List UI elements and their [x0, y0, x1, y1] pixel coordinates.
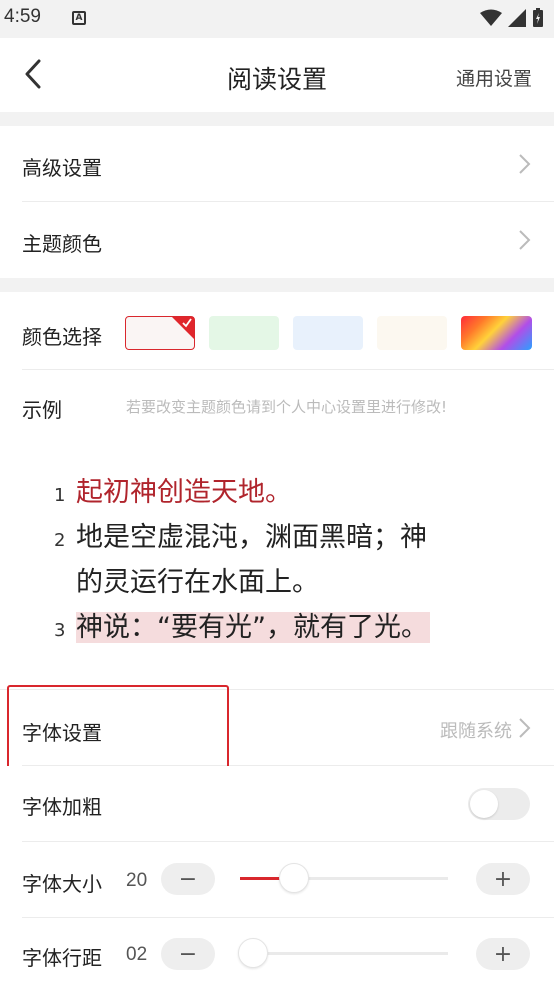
color-swatch-rainbow[interactable] [461, 316, 532, 350]
verse-2-continued: 的灵运行在水面上。 [54, 560, 494, 605]
verse-number: 1 [54, 485, 66, 506]
example-hint: 若要改变主题颜色请到个人中心设置里进行修改! [126, 398, 448, 416]
font-size-slider-handle[interactable] [279, 863, 310, 893]
line-spacing-label: 字体行距 [22, 946, 102, 970]
advanced-settings-row[interactable]: 高级设置 [0, 126, 554, 202]
theme-color-row[interactable]: 主题颜色 [0, 202, 554, 278]
verse-number: 2 [54, 530, 66, 551]
section-gap [0, 278, 554, 292]
font-size-decrease-button[interactable]: − [161, 863, 215, 895]
verse-3: 3 神说：“要有光”，就有了光。 [54, 605, 494, 650]
verse-text: 的灵运行在水面上。 [76, 567, 319, 598]
check-icon [182, 318, 192, 328]
verse-text: 神说：“要有光”，就有了光。 [76, 612, 430, 643]
chevron-right-icon [519, 230, 531, 250]
advanced-settings-label: 高级设置 [22, 156, 102, 180]
section-gap [0, 112, 554, 126]
status-time: 4:59 [4, 6, 41, 27]
notification-icon: A [72, 11, 86, 25]
wifi-icon [480, 9, 502, 26]
verse-text: 地是空虚混沌，渊面黑暗；神 [76, 522, 427, 553]
color-swatch-2[interactable] [209, 316, 279, 350]
battery-icon [533, 8, 543, 27]
preview-text: 1 起初神创造天地。 2 地是空虚混沌，渊面黑暗；神 的灵运行在水面上。 3 神说：“… [54, 470, 494, 650]
verse-2: 2 地是空虚混沌，渊面黑暗；神 [54, 515, 494, 560]
line-spacing-slider[interactable] [240, 952, 448, 955]
verse-text: 起初神创造天地。 [76, 477, 292, 508]
verse-number: 3 [54, 620, 66, 641]
nav-bar: 阅读设置 通用设置 [0, 38, 554, 112]
toggle-knob [470, 790, 498, 818]
highlight-box [7, 685, 229, 772]
status-icons [480, 8, 544, 28]
signal-icon [508, 9, 526, 27]
font-bold-toggle[interactable] [468, 788, 530, 820]
line-spacing-decrease-button[interactable]: − [161, 938, 215, 970]
status-bar: 4:59 A [0, 0, 554, 38]
font-size-value: 20 [126, 870, 148, 891]
color-swatch-4[interactable] [377, 316, 447, 350]
verse-1: 1 起初神创造天地。 [54, 470, 494, 515]
font-size-row: 字体大小 20 [0, 842, 554, 918]
theme-color-label: 主题颜色 [22, 232, 102, 256]
color-select-label: 颜色选择 [22, 325, 102, 349]
font-size-label: 字体大小 [22, 872, 102, 896]
line-spacing-increase-button[interactable]: + [476, 938, 530, 970]
font-setting-value: 跟随系统 [440, 721, 512, 742]
line-spacing-slider-handle[interactable] [238, 938, 268, 968]
general-settings-link[interactable]: 通用设置 [456, 64, 532, 91]
color-swatch-3[interactable] [293, 316, 363, 350]
font-size-increase-button[interactable]: + [476, 863, 530, 895]
line-spacing-value: 02 [126, 944, 148, 965]
chevron-right-icon [519, 718, 531, 738]
font-size-slider[interactable] [240, 877, 448, 880]
example-label: 示例 [22, 398, 62, 422]
color-swatch-1[interactable] [125, 316, 195, 350]
font-bold-label: 字体加粗 [22, 795, 102, 819]
chevron-right-icon [519, 154, 531, 174]
